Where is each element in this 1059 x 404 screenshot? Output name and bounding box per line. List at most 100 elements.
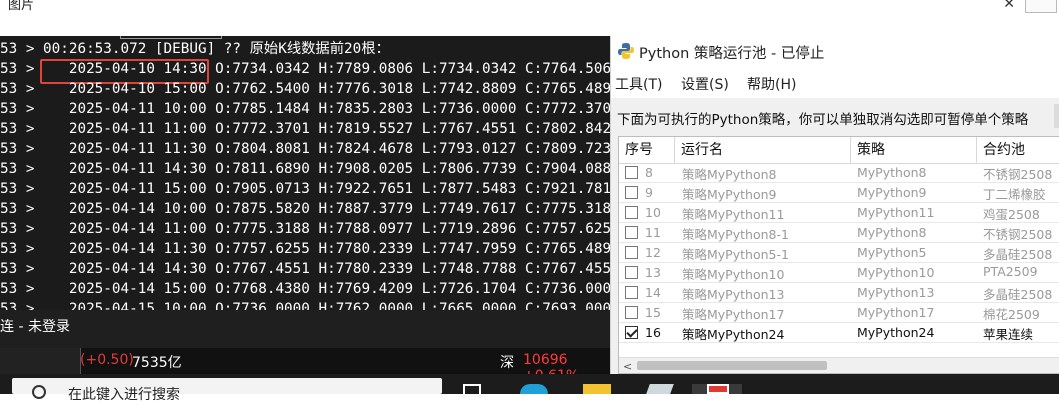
sz-label: 深 <box>500 355 514 371</box>
log-line: 53 > 2025-04-10 14:30 O:7734.0342 H:7789… <box>0 61 610 77</box>
col-pool[interactable]: 合约池 <box>977 137 1059 163</box>
row-run-name: 策略MyPython8-1 <box>682 227 789 242</box>
row-checkbox[interactable] <box>625 166 638 179</box>
row-strategy: MyPython8 <box>857 165 927 180</box>
row-strategy: MyPython13 <box>857 285 935 300</box>
log-line: 53 > 2025-04-14 11:00 O:7775.3188 H:7788… <box>0 221 610 237</box>
row-strategy: MyPython11 <box>857 205 935 220</box>
file-explorer-icon[interactable] <box>583 384 611 394</box>
table-row[interactable]: 8 策略MyPython8 MyPython8 不锈钢2508 <box>619 163 1059 183</box>
table-row[interactable]: 12 策略MyPython5-1 MyPython5 多晶硅2508 <box>619 243 1059 263</box>
quote-bar: (+0.50) 7535亿 深 10696 +0.61% <box>0 348 610 384</box>
row-seq: 16 <box>645 325 661 340</box>
log-line: 53 > 2025-04-10 15:00 O:7762.5400 H:7776… <box>0 81 610 97</box>
row-seq: 8 <box>645 165 653 180</box>
row-pool: 苹果连续 <box>983 327 1034 342</box>
row-run-name: 策略MyPython8 <box>682 167 777 182</box>
row-pool: 多晶硅2508 <box>983 287 1053 302</box>
python-pool-window: Python 策略运行池 - 已停止 工具(T) 设置(S) 帮助(H) 下面为… <box>610 36 1059 374</box>
row-strategy: MyPython9 <box>857 185 927 200</box>
row-strategy: MyPython8 <box>857 225 927 240</box>
top-title-bar: 图片 ✕ <box>0 0 1059 36</box>
close-icon[interactable]: ✕ <box>1003 0 1015 12</box>
log-console: 53 > 00:26:53.072 [DEBUG] ?? 原始K线数据前20根：… <box>0 36 610 310</box>
python-icon <box>618 43 634 59</box>
window-title-bar: Python 策略运行池 - 已停止 <box>611 36 1059 66</box>
red-app-icon[interactable] <box>707 384 729 394</box>
log-line: 53 > 2025-04-11 11:30 O:7804.8081 H:7824… <box>0 141 610 157</box>
row-seq: 10 <box>645 205 661 220</box>
table-row[interactable]: 13 策略MyPython10 MyPython10 PTA2509 <box>619 263 1059 283</box>
log-line: 53 > 2025-04-11 15:00 O:7905.0713 H:7922… <box>0 181 610 197</box>
row-checkbox[interactable] <box>625 266 638 279</box>
row-pool: 丁二烯橡胶 <box>983 187 1046 202</box>
row-pool: 鸡蛋2508 <box>983 207 1040 222</box>
task-view-icon[interactable] <box>463 384 481 394</box>
scroll-stub <box>1025 0 1057 13</box>
col-seq[interactable]: 序号 <box>619 137 675 163</box>
row-run-name: 策略MyPython5-1 <box>682 247 789 262</box>
log-line: 53 > 2025-04-14 14:30 O:7767.4551 H:7780… <box>0 261 610 277</box>
row-seq: 11 <box>645 225 661 240</box>
row-seq: 13 <box>645 265 661 280</box>
scroll-left-icon[interactable]: < <box>623 360 632 373</box>
row-run-name: 策略MyPython11 <box>682 207 785 222</box>
log-line: 53 > 00:26:53.072 [DEBUG] ?? 原始K线数据前20根： <box>0 41 390 57</box>
log-line: 53 > 2025-04-11 11:00 O:7772.3701 H:7819… <box>0 121 610 137</box>
taskbar-search-box[interactable]: 在此键入进行搜索 <box>12 378 442 403</box>
app-icon[interactable] <box>646 384 674 394</box>
login-status: 连 - 未登录 <box>0 319 70 335</box>
description-text: 下面为可执行的Python策略，你可以单独取消勾选即可暂停单个策略 <box>617 112 1029 128</box>
log-line: 53 > 2025-04-11 10:00 O:7785.1484 H:7835… <box>0 101 610 117</box>
row-pool: PTA2509 <box>983 264 1038 279</box>
table-row[interactable]: 14 策略MyPython13 MyPython13 多晶硅2508 <box>619 283 1059 303</box>
row-pool: 多晶硅2508 <box>983 247 1053 262</box>
row-strategy: MyPython5 <box>857 245 927 260</box>
menu-help[interactable]: 帮助(H) <box>747 74 796 94</box>
row-checkbox[interactable] <box>625 286 638 299</box>
table-row[interactable]: 10 策略MyPython11 MyPython11 鸡蛋2508 <box>619 203 1059 223</box>
row-run-name: 策略MyPython10 <box>682 267 785 282</box>
log-line: 53 > 2025-04-11 14:30 O:7811.6890 H:7908… <box>0 161 610 177</box>
row-pool: 不锈钢2508 <box>983 227 1053 242</box>
log-line: 53 > 2025-04-14 10:00 O:7875.5820 H:7887… <box>0 201 610 217</box>
col-strategy[interactable]: 策略 <box>851 137 977 163</box>
log-line: 53 > 2025-04-14 11:30 O:7757.6255 H:7780… <box>0 241 610 257</box>
table-row[interactable]: 11 策略MyPython8-1 MyPython8 不锈钢2508 <box>619 223 1059 243</box>
table-row[interactable]: 9 策略MyPython9 MyPython9 丁二烯橡胶 <box>619 183 1059 203</box>
search-icon <box>32 385 46 399</box>
scroll-thumb[interactable] <box>637 361 827 370</box>
menu-settings[interactable]: 设置(S) <box>681 74 729 94</box>
window-title: Python 策略运行池 - 已停止 <box>639 46 825 62</box>
taskbar: 在此键入进行搜索 <box>0 374 1059 403</box>
row-checkbox[interactable] <box>625 226 638 239</box>
horizontal-scrollbar[interactable]: < <box>619 357 1059 373</box>
strategy-table: 序号 运行名 策略 合约池 8 策略MyPython8 MyPython8 不锈钢25… <box>618 136 1059 374</box>
row-checkbox[interactable] <box>625 206 638 219</box>
search-placeholder: 在此键入进行搜索 <box>68 387 180 403</box>
row-checkbox[interactable] <box>625 186 638 199</box>
table-row[interactable]: 15 策略MyPython17 MyPython17 棉花2509 <box>619 303 1059 323</box>
row-run-name: 策略MyPython9 <box>682 187 777 202</box>
edge-scroll <box>1054 104 1059 128</box>
login-status-line: 连 - 未登录 <box>0 310 610 348</box>
table-header: 序号 运行名 策略 合约池 <box>619 137 1059 164</box>
row-seq: 9 <box>645 185 653 200</box>
log-line: 53 > 2025-04-15 10:00 O:7736.0000 H:7762… <box>0 301 610 310</box>
index-change: (+0.50) <box>80 352 134 368</box>
image-viewer-title: 图片 <box>8 0 35 13</box>
row-strategy: MyPython17 <box>857 305 935 320</box>
row-checkbox[interactable] <box>625 306 638 319</box>
col-run-name[interactable]: 运行名 <box>675 137 851 163</box>
row-seq: 15 <box>645 305 661 320</box>
row-checkbox[interactable] <box>625 246 638 259</box>
row-checkbox[interactable] <box>625 326 638 339</box>
table-row[interactable]: 16 策略MyPython24 MyPython24 苹果连续 <box>619 323 1059 343</box>
menu-bar: 工具(T) 设置(S) 帮助(H) <box>611 66 1059 98</box>
row-pool: 棉花2509 <box>983 307 1040 322</box>
menu-tools[interactable]: 工具(T) <box>615 74 662 94</box>
edge-icon[interactable] <box>520 384 548 394</box>
row-seq: 14 <box>645 285 661 300</box>
row-seq: 12 <box>645 245 661 260</box>
row-pool: 不锈钢2508 <box>983 167 1053 182</box>
